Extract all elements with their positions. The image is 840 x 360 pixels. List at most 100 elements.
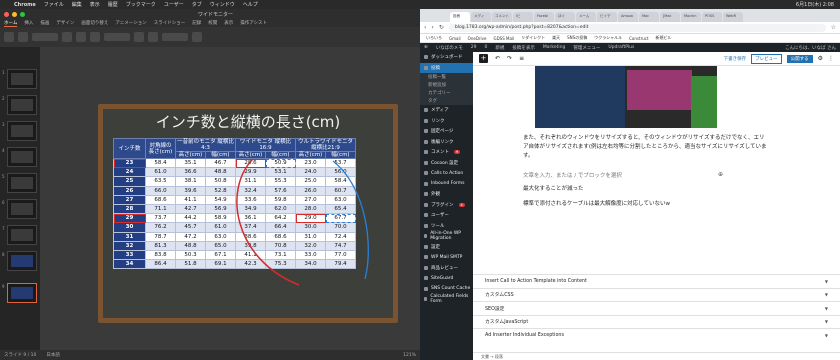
ribbon-tab[interactable]: 挿入: [24, 20, 33, 26]
slide-thumbnail-selected[interactable]: 9: [2, 283, 37, 303]
table-cell[interactable]: 54.9: [205, 194, 236, 205]
table-cell[interactable]: 42.3: [235, 259, 266, 270]
table-cell[interactable]: 44.2: [175, 213, 206, 224]
table-cell[interactable]: 24.0: [295, 167, 326, 178]
wp-menu-item[interactable]: コメント 9: [420, 147, 473, 158]
redo-icon[interactable]: ↷: [507, 55, 512, 62]
arrange-icon[interactable]: [148, 32, 158, 42]
table-cell[interactable]: 62.0: [265, 203, 296, 215]
wp-menu-item[interactable]: SiteGuard: [420, 273, 473, 284]
table-cell[interactable]: 78.7: [145, 231, 176, 242]
table-cell[interactable]: 39.8: [235, 240, 266, 251]
ribbon-tab[interactable]: 記録: [192, 20, 201, 26]
adminbar-item[interactable]: Marketing: [543, 45, 565, 50]
reload-icon[interactable]: ↻: [439, 24, 444, 31]
table-cell[interactable]: 41.1: [175, 194, 206, 205]
table-cell[interactable]: 66.4: [265, 222, 296, 233]
menubar-item[interactable]: タブ: [192, 1, 202, 8]
inch-cell[interactable]: 29: [113, 213, 146, 224]
table-cell[interactable]: 83.8: [145, 249, 176, 261]
ribbon-tab[interactable]: 操作アシスト: [240, 20, 267, 26]
browser-tab[interactable]: Mac: [639, 12, 659, 22]
table-cell[interactable]: 56.9: [205, 203, 236, 215]
menubar-app-name[interactable]: Chrome: [14, 2, 36, 8]
paragraph-block[interactable]: 最大化することが減った: [523, 185, 768, 194]
ribbon-tab[interactable]: スライドショー: [154, 20, 186, 26]
table-cell[interactable]: 81.3: [145, 240, 176, 251]
bold-icon[interactable]: [62, 32, 72, 42]
slide-thumbnail[interactable]: 2: [2, 95, 37, 115]
ribbon-tab[interactable]: 画面切り替え: [81, 20, 108, 26]
table-cell[interactable]: 31.1: [235, 176, 266, 187]
wp-menu-item[interactable]: WP Mail SMTP: [420, 252, 473, 263]
adminbar-item[interactable]: 管理メニュー: [573, 45, 600, 51]
table-cell[interactable]: 38.6: [235, 231, 266, 242]
wp-menu-item[interactable]: Calculated Fields Form: [420, 294, 473, 305]
paste-icon[interactable]: [4, 32, 14, 42]
bookmark-item[interactable]: SNSの投稿: [567, 35, 587, 41]
menubar-item[interactable]: 履歴: [108, 1, 118, 8]
menubar-item[interactable]: ユーザー: [164, 1, 184, 8]
table-cell[interactable]: 72.4: [325, 231, 356, 242]
add-block-button[interactable]: +: [479, 54, 488, 63]
table-cell[interactable]: 70.0: [325, 222, 356, 233]
wp-menu-item[interactable]: SNS Count Cache: [420, 284, 473, 295]
table-cell[interactable]: 61.0: [205, 222, 236, 233]
settings-gear-icon[interactable]: ⚙: [818, 55, 823, 62]
table-cell[interactable]: 86.4: [145, 259, 176, 270]
table-cell[interactable]: 38.1: [175, 176, 206, 187]
table-cell[interactable]: 25.0: [295, 176, 326, 187]
zoom-level[interactable]: 121%: [403, 353, 416, 358]
table-cell[interactable]: 67.1: [205, 249, 236, 261]
bookmark-item[interactable]: リダイレクト: [521, 35, 545, 41]
inch-cell[interactable]: 24: [113, 167, 146, 178]
table-cell[interactable]: 53.1: [265, 167, 296, 178]
adminbar-item[interactable]: 新規: [495, 45, 504, 51]
adminbar-item[interactable]: 0: [485, 45, 488, 50]
table-cell[interactable]: 28.6: [235, 157, 266, 169]
font-family-select[interactable]: [32, 33, 58, 41]
table-cell[interactable]: 73.7: [145, 213, 176, 224]
table-cell[interactable]: 65.4: [325, 203, 356, 215]
bookmark-item[interactable]: ウクラシャルル: [594, 35, 622, 41]
bookmark-item[interactable]: Construct: [629, 36, 648, 41]
table-cell[interactable]: 67.7: [325, 213, 356, 224]
table-cell[interactable]: 37.4: [235, 222, 266, 233]
menubar-item[interactable]: ウィンドウ: [210, 1, 235, 8]
meta-panel[interactable]: カスタムJavaScript ▼: [473, 314, 840, 329]
slide-thumbnail[interactable]: 7: [2, 225, 37, 245]
wp-logo-icon[interactable]: ⊕: [424, 45, 428, 50]
inch-cell[interactable]: 31: [113, 231, 146, 242]
table-cell[interactable]: 50.3: [175, 249, 206, 261]
browser-tab[interactable]: iビ: [513, 12, 533, 22]
inch-cell[interactable]: 32: [113, 240, 146, 251]
table-cell[interactable]: 69.1: [205, 259, 236, 270]
table-cell[interactable]: 50.8: [205, 176, 236, 187]
menubar-item[interactable]: ファイル: [44, 1, 64, 8]
table-cell[interactable]: 73.1: [265, 249, 296, 261]
browser-tab[interactable]: 投稿: [450, 12, 470, 22]
wp-menu-item[interactable]: リンク: [420, 116, 473, 127]
slide-title[interactable]: インチ数と縦横の長さ(cm): [103, 111, 393, 132]
table-cell[interactable]: 28.0: [295, 203, 326, 215]
shapes-icon[interactable]: [134, 32, 144, 42]
inch-cell[interactable]: 26: [113, 185, 146, 196]
menubar-item[interactable]: ブックマーク: [126, 1, 156, 8]
minimize-window-button[interactable]: [12, 11, 17, 17]
url-input[interactable]: blog.1783.org/wp-admin/post.php?post=820…: [448, 23, 826, 32]
paragraph-align-group[interactable]: [104, 33, 130, 41]
table-cell[interactable]: 66.0: [145, 185, 176, 196]
table-cell[interactable]: 79.4: [325, 259, 356, 270]
table-cell[interactable]: 31.0: [295, 231, 326, 242]
ribbon-tab[interactable]: 描画: [40, 20, 49, 26]
bookmark-item[interactable]: 楽天: [552, 35, 560, 41]
ribbon-tab[interactable]: 校閲: [208, 20, 217, 26]
ribbon-tab[interactable]: アニメーション: [115, 20, 146, 26]
preview-button[interactable]: プレビュー: [751, 53, 782, 64]
meta-panel[interactable]: カスタムCSS ▼: [473, 287, 840, 302]
inch-cell[interactable]: 34: [113, 259, 146, 270]
slide[interactable]: インチ数と縦横の長さ(cm) インチ数 対角線の長さ(cm) 一昔前のモニタ 縦…: [98, 104, 398, 323]
table-cell[interactable]: 52.8: [205, 185, 236, 196]
table-cell[interactable]: 42.7: [175, 203, 206, 215]
language-indicator[interactable]: 日本語: [46, 352, 60, 358]
